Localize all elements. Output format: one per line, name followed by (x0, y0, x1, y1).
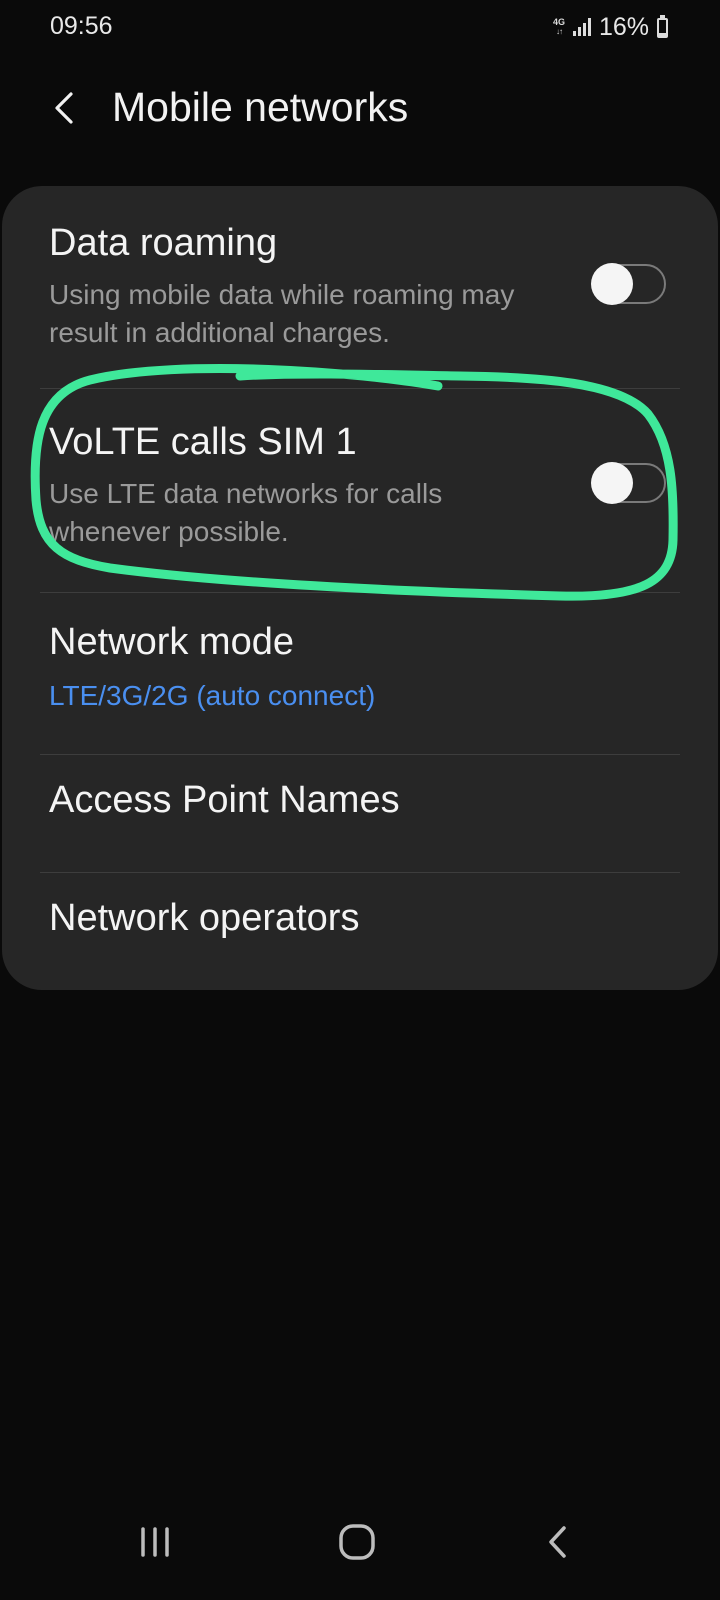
battery-fill (659, 33, 666, 36)
battery-percent: 16% (598, 12, 649, 41)
volte-subtitle: Use LTE data networks for calls whenever… (49, 478, 443, 547)
screen: 09:56 4G ↓↑ 16% Mobile networks Data roa… (0, 0, 720, 1600)
network-type-label: 4G (552, 17, 565, 27)
toggle-knob (591, 263, 633, 305)
battery-icon (657, 15, 668, 38)
status-time: 09:56 (50, 12, 113, 40)
network-operators-title: Network operators (49, 897, 360, 939)
status-icons: 4G ↓↑ 16% (553, 10, 668, 44)
access-point-names-row[interactable]: Access Point Names (2, 755, 718, 871)
back-button[interactable] (36, 80, 92, 136)
data-roaming-row[interactable]: Data roaming Using mobile data while roa… (2, 186, 718, 382)
back-icon (549, 1526, 566, 1558)
volte-toggle[interactable] (591, 462, 666, 504)
back-nav-button[interactable] (522, 1512, 592, 1572)
settings-card: Data roaming Using mobile data while roa… (2, 186, 718, 990)
volte-row[interactable]: VoLTE calls SIM 1 Use LTE data networks … (2, 389, 718, 585)
network-operators-row[interactable]: Network operators (2, 873, 718, 990)
data-roaming-title: Data roaming (49, 222, 278, 264)
network-mode-row[interactable]: Network mode LTE/3G/2G (auto connect) (2, 593, 718, 743)
recents-icon (141, 1527, 169, 1557)
data-arrows-icon: ↓↑ (555, 27, 563, 36)
page-title: Mobile networks (112, 84, 409, 130)
network-type-icon: 4G ↓↑ (552, 17, 565, 37)
navigation-bar (0, 1490, 720, 1600)
data-roaming-toggle[interactable] (591, 263, 666, 305)
toggle-knob (591, 462, 633, 504)
network-mode-title: Network mode (49, 621, 294, 663)
network-mode-value: LTE/3G/2G (auto connect) (49, 680, 376, 711)
header: Mobile networks (0, 70, 720, 150)
home-button[interactable] (322, 1512, 392, 1572)
access-point-names-title: Access Point Names (49, 779, 400, 821)
home-icon (339, 1524, 375, 1560)
status-bar: 09:56 4G ↓↑ 16% (0, 0, 720, 56)
recents-button[interactable] (120, 1512, 190, 1572)
signal-icon (572, 18, 591, 36)
chevron-left-icon (55, 92, 73, 124)
data-roaming-subtitle: Using mobile data while roaming may resu… (49, 279, 515, 348)
volte-title: VoLTE calls SIM 1 (49, 421, 357, 463)
